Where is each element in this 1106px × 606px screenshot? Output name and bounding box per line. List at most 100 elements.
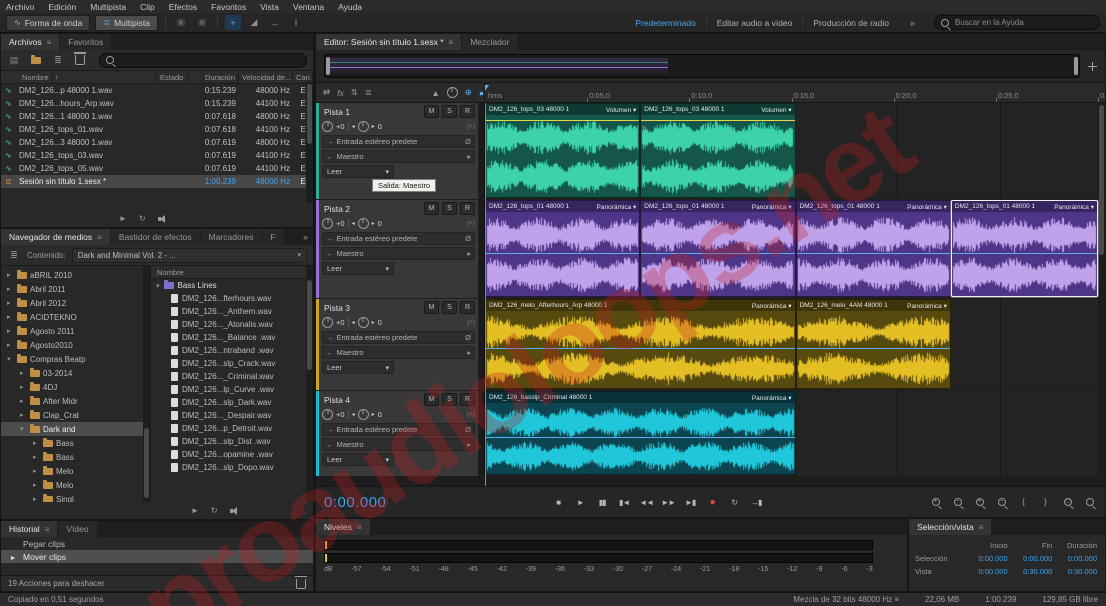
zoom-in-time-icon[interactable]: +	[928, 495, 943, 509]
tab-historial[interactable]: Historial≡	[1, 521, 57, 537]
keyframe-icon[interactable]: (+)	[467, 319, 475, 326]
clip-envelope-selector[interactable]: Panorámica ▾	[752, 302, 792, 310]
media-file-row[interactable]: DM2_126...opamine .wav	[151, 448, 313, 461]
file-row[interactable]: DM2_126...p 48000 1.wav 0:15.239 48000 H…	[1, 84, 313, 97]
column-velocidad[interactable]: Velocidad de...	[239, 73, 293, 82]
audio-clip[interactable]: DM2_126_tops_03 48000 1Volumen ▾	[640, 103, 795, 198]
media-file-row[interactable]: DM2_126...lp_Curve .wav	[151, 383, 313, 396]
selview-inicio-value[interactable]: 0:00.000	[965, 554, 1010, 563]
media-list-scrollbar[interactable]	[306, 266, 313, 502]
track-m-button[interactable]: M	[424, 202, 439, 215]
preview-loop-icon[interactable]: ↻	[139, 214, 146, 223]
pan-knob[interactable]	[358, 317, 369, 328]
automation-mode-dropdown[interactable]: Leer▾	[322, 262, 394, 275]
menu-item[interactable]: Favoritos	[211, 2, 246, 12]
move-tool[interactable]: +	[225, 15, 241, 30]
tree-item[interactable]: Melo	[1, 478, 150, 492]
multitrack-view-button[interactable]: ≣ Multipista	[95, 15, 158, 31]
zoom-full-icon[interactable]	[1082, 495, 1097, 509]
track-gain-value[interactable]: +0	[336, 318, 345, 327]
tab-video[interactable]: Vídeo	[58, 521, 96, 537]
envelope-line[interactable]	[486, 348, 795, 349]
tab-bastidor-de-efectos[interactable]: Bastidor de efectos	[111, 229, 200, 245]
preview-volume-icon[interactable]	[230, 507, 240, 515]
workspace-item[interactable]: Producción de radio	[802, 18, 899, 28]
level-meter-left[interactable]	[324, 540, 873, 550]
track-r-button[interactable]: R	[460, 301, 475, 314]
disclosure-icon[interactable]	[20, 397, 27, 405]
preview-volume-icon[interactable]	[158, 215, 168, 223]
track-output-selector[interactable]: ←Maestro▸	[322, 346, 475, 359]
column-nombre[interactable]: Nombre ↑	[16, 73, 157, 82]
menu-item[interactable]: Vista	[260, 2, 279, 12]
disclosure-icon[interactable]: ▾	[156, 282, 160, 290]
pan-knob[interactable]	[358, 218, 369, 229]
tree-scrollbar[interactable]	[143, 266, 150, 502]
skip-selection-button[interactable]: →▮	[749, 495, 764, 509]
envelope-line[interactable]	[641, 120, 794, 121]
track-pan-value[interactable]: 0	[378, 219, 382, 228]
rewind-button[interactable]: ◄◄	[639, 495, 654, 509]
audio-clip[interactable]: DM2_126_melo_Afterhours_Arp 48000 1Panor…	[485, 299, 796, 389]
files-search-input[interactable]	[118, 55, 300, 66]
track-lane-1[interactable]: DM2_126_tops_03 48000 1Volumen ▾DM2_126_…	[485, 103, 1105, 199]
audio-clip[interactable]: DM2_126_tops_01 48000 1Panorámica ▾	[640, 200, 795, 297]
panel-menu-icon[interactable]: ≡	[97, 233, 102, 242]
disclosure-icon[interactable]	[33, 467, 40, 475]
workspace-item[interactable]: Predeterminado	[625, 18, 705, 28]
tree-item[interactable]: Abril 2011	[1, 282, 150, 296]
audio-clip[interactable]: DM2_126_tops_03 48000 1Volumen ▾	[485, 103, 640, 198]
tree-item[interactable]: Bass	[1, 450, 150, 464]
selview-fin-value[interactable]: 0:00.000	[1010, 554, 1055, 563]
history-item[interactable]: Pegar clips	[1, 537, 313, 550]
automation-mode-dropdown[interactable]: Leer▾	[322, 453, 394, 466]
selview-duracion-value[interactable]: 0:30.000	[1054, 567, 1099, 576]
fast-forward-button[interactable]: ►►	[661, 495, 676, 509]
menu-item[interactable]: Edición	[48, 2, 76, 12]
tab-mezclador[interactable]: Mezclador	[462, 34, 517, 50]
media-file-row[interactable]: DM2_126...slp_Dopo.wav	[151, 461, 313, 474]
menu-item[interactable]: Clip	[140, 2, 155, 12]
disclosure-icon[interactable]	[20, 411, 27, 419]
clip-envelope-selector[interactable]: Panorámica ▾	[752, 394, 792, 402]
media-file-row[interactable]: DM2_126..._Balance .wav	[151, 331, 313, 344]
track-m-button[interactable]: M	[424, 105, 439, 118]
track-name[interactable]: Pista 4	[322, 395, 421, 405]
move-clips-icon[interactable]: ⇄	[323, 87, 330, 98]
panel-menu-icon[interactable]: ≡	[45, 525, 50, 534]
menu-item[interactable]: Efectos	[169, 2, 197, 12]
volume-knob[interactable]	[322, 218, 333, 229]
media-folder-row[interactable]: ▾ Bass Lines	[151, 279, 313, 292]
pan-knob[interactable]	[358, 121, 369, 132]
tree-item[interactable]: ACIDTEKNO	[1, 310, 150, 324]
tree-item[interactable]: Melo	[1, 464, 150, 478]
tab-navegador-de-medios[interactable]: Navegador de medios≡	[1, 229, 110, 245]
zoom-in-amplitude-icon[interactable]: +	[972, 495, 987, 509]
overview-left-handle[interactable]	[326, 57, 330, 75]
clip-envelope-selector[interactable]: Panorámica ▾	[1054, 203, 1094, 211]
volume-knob[interactable]	[322, 409, 333, 420]
tree-item[interactable]: Agosto 2011	[1, 324, 150, 338]
track-input-selector[interactable]: →Entrada estéreo predeteØ	[322, 331, 475, 344]
disclosure-icon[interactable]	[20, 425, 27, 433]
record-button[interactable]: ●	[705, 495, 720, 509]
tree-item[interactable]: Compras Beatp	[1, 352, 150, 366]
media-file-row[interactable]: DM2_126...fterhours.wav	[151, 292, 313, 305]
file-row[interactable]: DM2_126_tops_03.wav 0:07.619 44100 Hz E	[1, 149, 313, 162]
disclosure-icon[interactable]	[33, 495, 40, 502]
envelope-line[interactable]	[797, 348, 950, 349]
track-s-button[interactable]: S	[442, 105, 457, 118]
zoom-selection-icon[interactable]: □	[1060, 495, 1075, 509]
audio-clip[interactable]: DM2_126_tops_01 48000 1Panorámica ▾	[485, 200, 640, 297]
selview-inicio-value[interactable]: 0:00.000	[965, 567, 1010, 576]
media-file-row[interactable]: DM2_126...slp_Dist .wav	[151, 435, 313, 448]
delete-file-icon[interactable]	[73, 53, 87, 67]
tab-archivos[interactable]: Archivos≡	[1, 34, 59, 50]
clock-icon[interactable]	[447, 87, 458, 98]
envelope-line[interactable]	[486, 120, 639, 121]
media-file-row[interactable]: DM2_126..._Despair.wav	[151, 409, 313, 422]
track-lane-3[interactable]: DM2_126_melo_Afterhours_Arp 48000 1Panor…	[485, 299, 1105, 390]
zoom-out-time-icon[interactable]: −	[950, 495, 965, 509]
tree-item[interactable]: aBRIL 2010	[1, 268, 150, 282]
tree-item[interactable]: Clap_Crat	[1, 408, 150, 422]
